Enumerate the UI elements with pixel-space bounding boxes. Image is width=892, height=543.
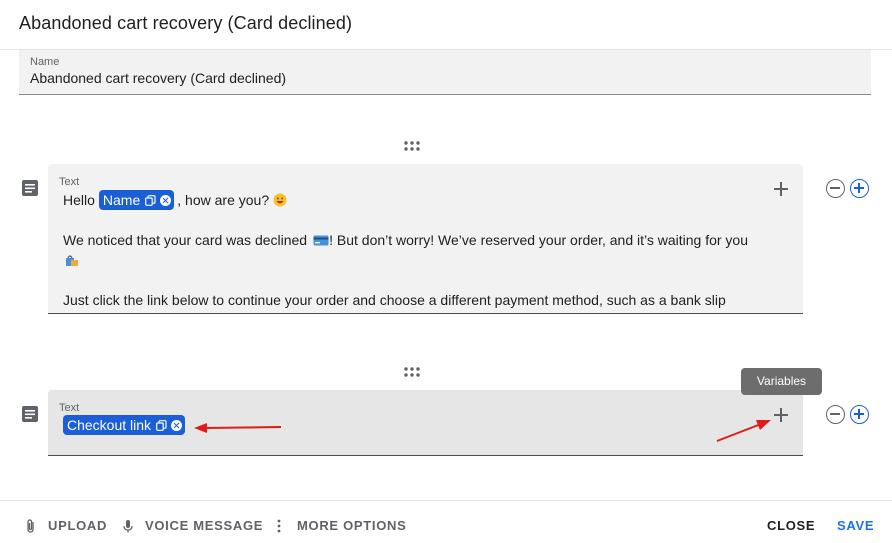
upload-button[interactable]: UPLOAD [24, 518, 107, 533]
text-block-icon [21, 179, 39, 197]
drag-handle-icon[interactable] [404, 141, 420, 151]
name-field-label: Name [30, 56, 60, 68]
variable-chip[interactable]: Name [98, 190, 175, 210]
dialog-title: Abandoned cart recovery (Card declined) [19, 13, 353, 33]
add-block-button[interactable] [850, 179, 869, 198]
shopping-bags-icon [66, 255, 78, 266]
text-block-2[interactable]: Text Checkout link [48, 390, 803, 456]
text-block-icon [21, 405, 39, 423]
remove-variable-icon[interactable] [171, 419, 183, 431]
add-block-button[interactable] [850, 405, 869, 424]
text-line: Hello Name , how are you? [63, 190, 763, 210]
save-button[interactable]: SAVE [837, 518, 874, 533]
remove-block-button[interactable] [826, 179, 845, 198]
copy-icon[interactable] [145, 194, 156, 206]
remove-block-button[interactable] [826, 405, 845, 424]
grinning-face-icon [273, 193, 287, 207]
more-vert-icon [277, 519, 281, 532]
microphone-icon [123, 519, 133, 532]
name-field-value[interactable]: Abandoned cart recovery (Card declined) [30, 70, 286, 86]
voice-message-label: VOICE MESSAGE [145, 518, 264, 533]
remove-variable-icon[interactable] [160, 194, 172, 206]
paperclip-icon [27, 518, 34, 533]
close-button[interactable]: CLOSE [767, 518, 815, 533]
more-options-button[interactable]: MORE OPTIONS [276, 518, 407, 533]
more-options-label: MORE OPTIONS [297, 518, 407, 533]
text-block-label: Text [59, 402, 80, 414]
variable-chip[interactable]: Checkout link [63, 415, 186, 435]
upload-label: UPLOAD [48, 518, 108, 533]
text-block-1[interactable]: Text Hello Name , how are you? We notice… [48, 164, 803, 314]
dialog-header: Abandoned cart recovery (Card declined) [0, 0, 892, 50]
text-line: Just click the link below to continue yo… [63, 290, 763, 310]
text-segment: ! But don’t worry! We’ve reserved your o… [329, 232, 749, 248]
text-line: We noticed that your card was declined !… [63, 230, 763, 250]
credit-card-icon [313, 235, 329, 246]
add-variable-button[interactable] [772, 406, 790, 424]
add-variable-button[interactable] [772, 180, 790, 198]
text-line [63, 250, 763, 270]
name-field[interactable]: Name Abandoned cart recovery (Card decli… [19, 50, 871, 95]
voice-message-button[interactable]: VOICE MESSAGE [121, 518, 263, 533]
variable-chip-label: Name [102, 192, 141, 208]
text-segment: , how are you? [177, 192, 270, 208]
text-block-content[interactable]: Hello Name , how are you? We noticed tha… [63, 190, 763, 310]
variable-chip-label: Checkout link [67, 417, 152, 433]
text-segment: Hello [63, 192, 95, 208]
text-segment: We noticed that your card was declined [63, 232, 308, 248]
drag-handle-icon[interactable] [404, 367, 420, 377]
text-segment: Just click the link below to continue yo… [63, 292, 726, 308]
copy-icon[interactable] [156, 419, 167, 431]
dialog-footer: UPLOAD VOICE MESSAGE MORE OPTIONS CLOSE … [0, 500, 892, 543]
variables-tooltip: Variables [741, 368, 822, 395]
text-block-label: Text [59, 176, 80, 188]
